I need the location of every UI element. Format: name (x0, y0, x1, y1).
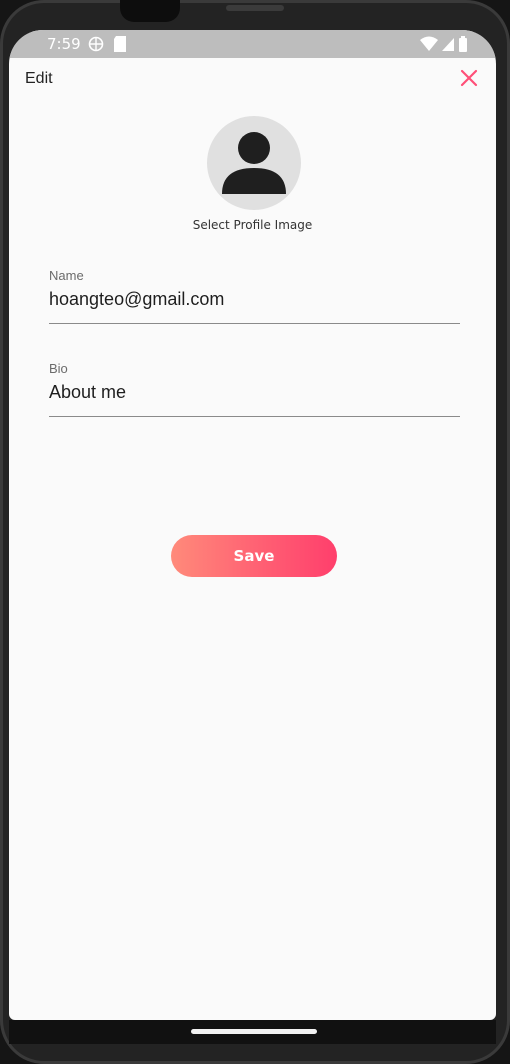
device-frame: 7:59 Edit Select Profile Image Name hoan… (0, 0, 510, 1064)
sd-card-icon (114, 36, 126, 52)
name-input[interactable] (49, 285, 460, 313)
bio-label: Bio (49, 361, 68, 376)
earpiece-speaker (226, 5, 284, 11)
profile-avatar-button[interactable] (207, 116, 301, 210)
close-icon[interactable] (457, 66, 481, 90)
battery-icon (459, 36, 467, 52)
name-underline (49, 323, 460, 324)
app-header: Edit (9, 58, 496, 102)
app-screen: 7:59 Edit Select Profile Image Name hoan… (9, 30, 496, 1020)
status-bar: 7:59 (9, 30, 496, 58)
status-time: 7:59 (47, 35, 81, 53)
person-icon (222, 132, 286, 194)
wifi-icon (420, 36, 438, 51)
page-title: Edit (25, 70, 53, 87)
signal-icon (442, 38, 454, 51)
home-indicator[interactable] (191, 1029, 317, 1034)
name-label: Name (49, 268, 84, 283)
bio-underline (49, 416, 460, 417)
save-button[interactable]: Save (171, 535, 337, 577)
status-indicators (420, 36, 468, 52)
globe-icon (88, 36, 104, 52)
navigation-bar (9, 1020, 496, 1044)
select-profile-image-label[interactable]: Select Profile Image (9, 218, 496, 232)
bio-input[interactable] (49, 378, 460, 406)
camera-notch (120, 0, 180, 22)
